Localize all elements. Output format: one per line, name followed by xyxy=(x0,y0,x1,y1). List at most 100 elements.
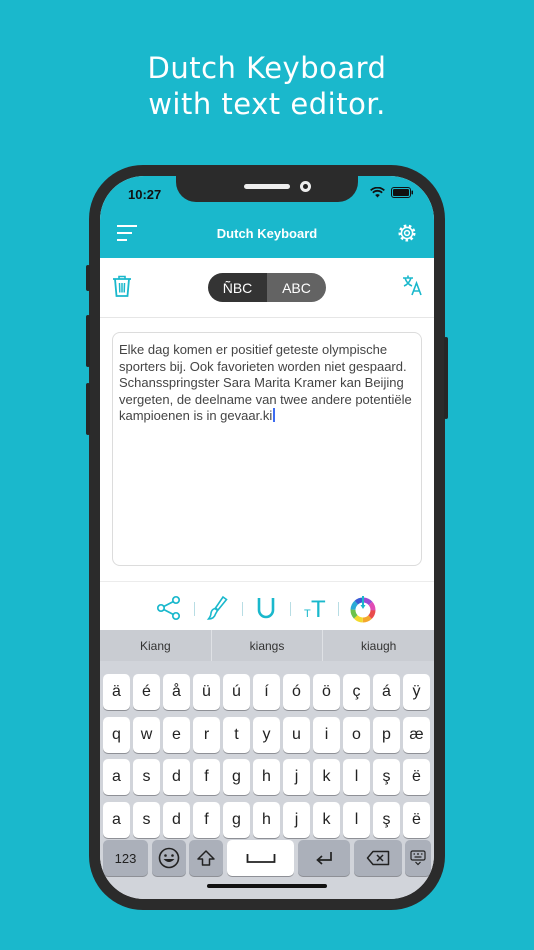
format-divider xyxy=(242,602,243,616)
letter-key[interactable]: ö xyxy=(313,674,340,710)
letter-key[interactable]: h xyxy=(253,802,280,838)
suggestion-bar: Kiang kiangs kiaugh xyxy=(100,630,434,661)
shift-key[interactable] xyxy=(189,840,223,876)
letter-key[interactable]: s xyxy=(133,759,160,795)
letter-key[interactable]: k xyxy=(313,759,340,795)
letter-key[interactable]: æ xyxy=(403,717,430,753)
keyboard-hide-icon xyxy=(410,850,426,866)
small-t-glyph: T xyxy=(304,608,311,620)
underline-icon[interactable] xyxy=(255,595,277,621)
letter-key[interactable]: ä xyxy=(103,674,130,710)
letter-key[interactable]: ş xyxy=(373,802,400,838)
letter-key[interactable]: h xyxy=(253,759,280,795)
letter-key[interactable]: ç xyxy=(343,674,370,710)
mute-switch xyxy=(86,265,90,291)
suggestion-item[interactable]: kiangs xyxy=(212,630,324,661)
letter-key[interactable]: ü xyxy=(193,674,220,710)
letter-key[interactable]: l xyxy=(343,802,370,838)
letter-key[interactable]: o xyxy=(343,717,370,753)
format-divider xyxy=(338,602,339,616)
space-icon xyxy=(246,854,275,863)
phone-frame: 10:27 Dutch Keyboard ÑBC ABC Elke dag ko… xyxy=(86,165,448,910)
headline-line-1: Dutch Keyboard xyxy=(147,51,387,85)
paint-brush-icon[interactable] xyxy=(206,595,230,621)
keyboard-mode-toggle: ÑBC ABC xyxy=(208,273,326,302)
status-bar: 10:27 xyxy=(100,176,434,212)
letter-key[interactable]: g xyxy=(223,802,250,838)
letter-key[interactable]: ë xyxy=(403,802,430,838)
editor-text: Elke dag komen er positief geteste olymp… xyxy=(119,342,412,423)
letter-key[interactable]: a xyxy=(103,802,130,838)
letter-key[interactable]: ó xyxy=(283,674,310,710)
letter-key[interactable]: a xyxy=(103,759,130,795)
mode-special-button[interactable]: ÑBC xyxy=(208,273,267,302)
color-wheel-icon[interactable] xyxy=(349,595,377,623)
camera xyxy=(300,181,311,192)
letter-key[interactable]: d xyxy=(163,802,190,838)
letter-key[interactable]: ú xyxy=(223,674,250,710)
format-toolbar: T T xyxy=(100,581,434,631)
letter-key[interactable]: å xyxy=(163,674,190,710)
numbers-key[interactable]: 123 xyxy=(103,840,148,876)
mode-normal-button[interactable]: ABC xyxy=(267,273,326,302)
speaker xyxy=(244,184,290,189)
letter-key[interactable]: ş xyxy=(373,759,400,795)
volume-down-button xyxy=(86,383,90,435)
keyboard: Kiang kiangs kiaugh äéåüúíóöçáÿ qwertyuio… xyxy=(100,630,434,899)
volume-up-button xyxy=(86,315,90,367)
promo-headline: Dutch Keyboard with text editor. xyxy=(0,50,534,122)
return-key[interactable] xyxy=(298,840,350,876)
emoji-icon xyxy=(158,847,180,869)
letter-key[interactable]: ÿ xyxy=(403,674,430,710)
shift-icon xyxy=(197,850,215,866)
letter-key[interactable]: w xyxy=(133,717,160,753)
letter-key[interactable]: f xyxy=(193,759,220,795)
letter-key[interactable]: f xyxy=(193,802,220,838)
status-icons xyxy=(370,187,414,198)
gear-icon[interactable] xyxy=(396,222,418,244)
letter-key[interactable]: í xyxy=(253,674,280,710)
letter-key[interactable]: r xyxy=(193,717,220,753)
keyboard-switch-key[interactable] xyxy=(405,840,431,876)
format-divider xyxy=(194,602,195,616)
trash-icon[interactable] xyxy=(112,275,132,297)
large-t-glyph: T xyxy=(311,596,326,621)
translate-icon[interactable] xyxy=(402,274,424,296)
letter-key[interactable]: i xyxy=(313,717,340,753)
delete-key[interactable] xyxy=(354,840,402,876)
letter-key[interactable]: y xyxy=(253,717,280,753)
letter-key[interactable]: k xyxy=(313,802,340,838)
editor-toolbar: ÑBC ABC xyxy=(100,258,434,318)
battery-icon xyxy=(391,187,413,198)
letter-key[interactable]: é xyxy=(133,674,160,710)
letter-key[interactable]: j xyxy=(283,802,310,838)
suggestion-item[interactable]: Kiang xyxy=(100,630,212,661)
text-cursor xyxy=(273,408,276,422)
space-key[interactable] xyxy=(227,840,294,876)
home-indicator xyxy=(207,884,327,888)
suggestion-item[interactable]: kiaugh xyxy=(323,630,434,661)
letter-key[interactable]: s xyxy=(133,802,160,838)
font-size-icon[interactable]: T T xyxy=(302,595,328,621)
wifi-icon xyxy=(370,187,385,198)
share-icon[interactable] xyxy=(156,595,182,621)
letter-key[interactable]: u xyxy=(283,717,310,753)
format-divider xyxy=(290,602,291,616)
power-button xyxy=(444,337,448,419)
notch xyxy=(176,176,358,202)
letter-key[interactable]: g xyxy=(223,759,250,795)
letter-key[interactable]: e xyxy=(163,717,190,753)
letter-key[interactable]: l xyxy=(343,759,370,795)
emoji-key[interactable] xyxy=(152,840,186,876)
status-time: 10:27 xyxy=(128,187,162,202)
letter-key[interactable]: ë xyxy=(403,759,430,795)
letter-key[interactable]: p xyxy=(373,717,400,753)
letter-key[interactable]: t xyxy=(223,717,250,753)
return-icon xyxy=(316,852,332,865)
letter-key[interactable]: j xyxy=(283,759,310,795)
nav-bar: Dutch Keyboard xyxy=(100,212,434,258)
letter-key[interactable]: q xyxy=(103,717,130,753)
letter-key[interactable]: d xyxy=(163,759,190,795)
text-editor[interactable]: Elke dag komen er positief geteste olymp… xyxy=(112,332,422,566)
letter-key[interactable]: á xyxy=(373,674,400,710)
